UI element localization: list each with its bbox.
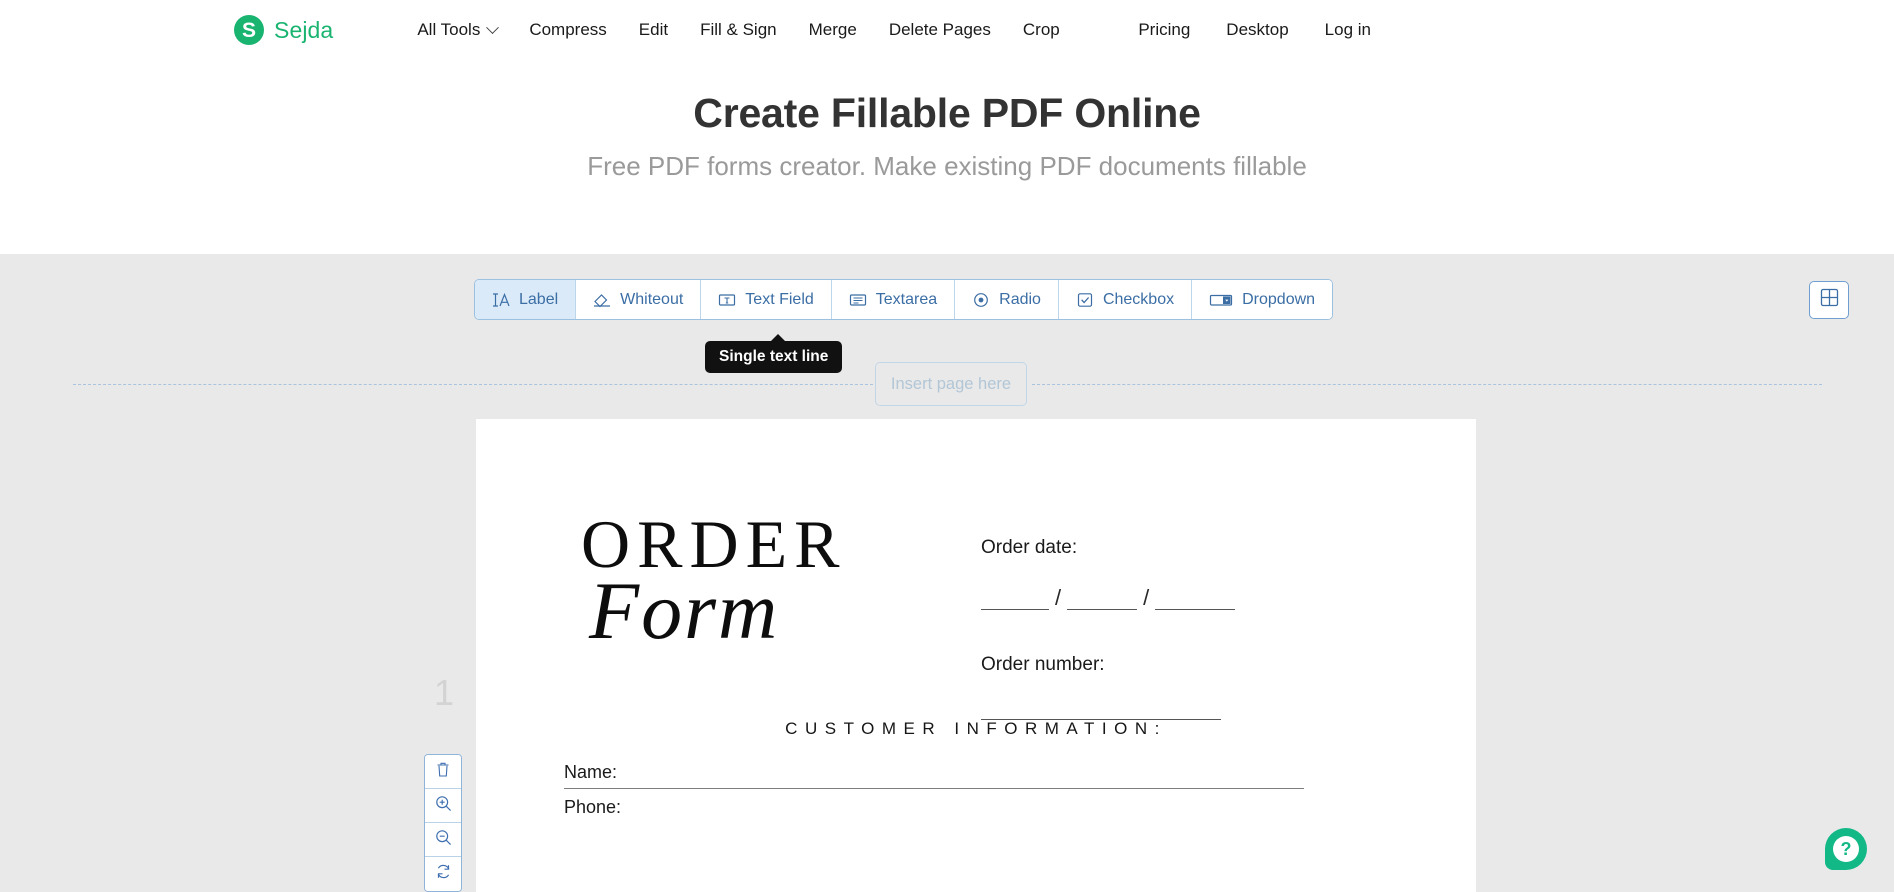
order-number-label: Order number: bbox=[981, 654, 1105, 675]
insert-divider-right bbox=[1032, 384, 1822, 385]
page-title: Create Fillable PDF Online bbox=[693, 90, 1201, 136]
document-field-phone[interactable]: Phone: bbox=[564, 797, 1304, 823]
sejda-logo[interactable]: S Sejda bbox=[234, 15, 333, 45]
toolbar-button-label[interactable]: Label bbox=[475, 280, 577, 319]
zoom-out-button[interactable] bbox=[425, 823, 461, 857]
order-form-logo: ORDER Form bbox=[581, 510, 961, 656]
sejda-brand-name: Sejda bbox=[274, 16, 334, 43]
order-date-day-blank[interactable] bbox=[981, 592, 1049, 610]
page-number-label: 1 bbox=[434, 672, 455, 713]
editor-workspace: Label Whiteout Text Field Textarea Radio… bbox=[0, 254, 1894, 892]
grid-toggle-button[interactable] bbox=[1809, 281, 1849, 319]
page-subtitle: Free PDF forms creator. Make existing PD… bbox=[587, 151, 1307, 181]
page-tools-panel bbox=[424, 754, 462, 892]
eraser-icon bbox=[593, 292, 611, 308]
nav-item-label: All Tools bbox=[417, 20, 481, 39]
sejda-logo-icon: S bbox=[234, 15, 264, 45]
toolbar-button-checkbox[interactable]: Checkbox bbox=[1058, 280, 1193, 319]
zoom-out-icon bbox=[435, 829, 452, 851]
nav-item-desktop[interactable]: Desktop bbox=[1208, 14, 1306, 46]
nav-item-crop[interactable]: Crop bbox=[1007, 14, 1076, 46]
hero-section: Create Fillable PDF Online Free PDF form… bbox=[0, 60, 1894, 210]
textarea-icon bbox=[849, 292, 867, 308]
toolbar-button-radio[interactable]: Radio bbox=[955, 280, 1059, 319]
toolbar-button-text: Radio bbox=[999, 290, 1041, 308]
nav-item-delete-pages[interactable]: Delete Pages bbox=[873, 14, 1007, 46]
order-date-month-blank[interactable] bbox=[1067, 592, 1138, 610]
toolbar-button-text: Checkbox bbox=[1102, 290, 1175, 308]
toolbar-button-text: Whiteout bbox=[620, 290, 684, 308]
date-separator-1: / bbox=[1055, 585, 1062, 610]
secondary-nav: Pricing Desktop Log in bbox=[1120, 14, 1389, 46]
primary-nav: All Tools Compress Edit Fill & Sign Merg… bbox=[401, 14, 1075, 46]
nav-item-edit[interactable]: Edit bbox=[623, 14, 684, 46]
zoom-in-button[interactable] bbox=[425, 789, 461, 823]
order-meta-block: Order date: / / Order number: bbox=[981, 537, 1281, 720]
insert-page-button[interactable]: Insert page here bbox=[875, 362, 1027, 406]
toolbar-button-dropdown[interactable]: Dropdown bbox=[1192, 280, 1333, 319]
checkbox-icon bbox=[1076, 292, 1094, 308]
form-field-toolbar: Label Whiteout Text Field Textarea Radio… bbox=[474, 279, 1334, 320]
text-field-icon bbox=[718, 292, 736, 308]
nav-item-merge[interactable]: Merge bbox=[793, 14, 873, 46]
date-separator-2: / bbox=[1143, 585, 1150, 610]
nav-item-log-in[interactable]: Log in bbox=[1307, 14, 1389, 46]
document-field-name[interactable]: Name: bbox=[564, 762, 1304, 789]
question-mark-icon: ? bbox=[1833, 836, 1859, 862]
toolbar-button-text-field[interactable]: Text Field bbox=[701, 280, 832, 319]
nav-item-compress[interactable]: Compress bbox=[513, 14, 622, 46]
top-navigation-bar: S Sejda All Tools Compress Edit Fill & S… bbox=[0, 0, 1894, 60]
insert-divider-left bbox=[73, 384, 873, 385]
order-form-logo-line2: Form bbox=[589, 564, 780, 656]
order-date-year-blank[interactable] bbox=[1155, 592, 1236, 610]
toolbar-button-whiteout[interactable]: Whiteout bbox=[576, 280, 702, 319]
nav-item-fill-and-sign[interactable]: Fill & Sign bbox=[684, 14, 793, 46]
toolbar-button-text: Text Field bbox=[745, 290, 814, 308]
toolbar-button-text: Dropdown bbox=[1242, 290, 1316, 308]
toolbar-button-text: Label bbox=[519, 290, 559, 308]
customer-information-heading: CUSTOMER INFORMATION: bbox=[785, 719, 1167, 738]
trash-icon bbox=[435, 761, 451, 783]
rotate-page-button[interactable] bbox=[425, 857, 461, 891]
order-number-blank[interactable] bbox=[981, 676, 1221, 720]
pdf-page-canvas[interactable]: ORDER Form Order date: / / Order number:… bbox=[476, 419, 1476, 892]
chevron-down-icon bbox=[486, 20, 500, 34]
toolbar-button-text: Textarea bbox=[875, 290, 938, 308]
toolbar-button-textarea[interactable]: Textarea bbox=[831, 280, 956, 319]
zoom-in-icon bbox=[435, 795, 452, 817]
radio-button-icon bbox=[972, 292, 990, 308]
order-date-blanks[interactable]: / / bbox=[981, 587, 1281, 610]
help-button[interactable]: ? bbox=[1825, 828, 1867, 870]
insert-page-row: Insert page here bbox=[0, 349, 1894, 414]
nav-item-all-tools[interactable]: All Tools bbox=[401, 14, 513, 46]
order-date-label: Order date: bbox=[981, 537, 1078, 558]
page-root: S Sejda All Tools Compress Edit Fill & S… bbox=[0, 0, 1894, 892]
label-text-icon bbox=[492, 292, 510, 308]
rotate-icon bbox=[435, 863, 452, 885]
delete-page-button[interactable] bbox=[425, 755, 461, 789]
grid-icon bbox=[1820, 288, 1839, 312]
dropdown-icon bbox=[1209, 292, 1233, 308]
nav-item-pricing[interactable]: Pricing bbox=[1120, 14, 1208, 46]
